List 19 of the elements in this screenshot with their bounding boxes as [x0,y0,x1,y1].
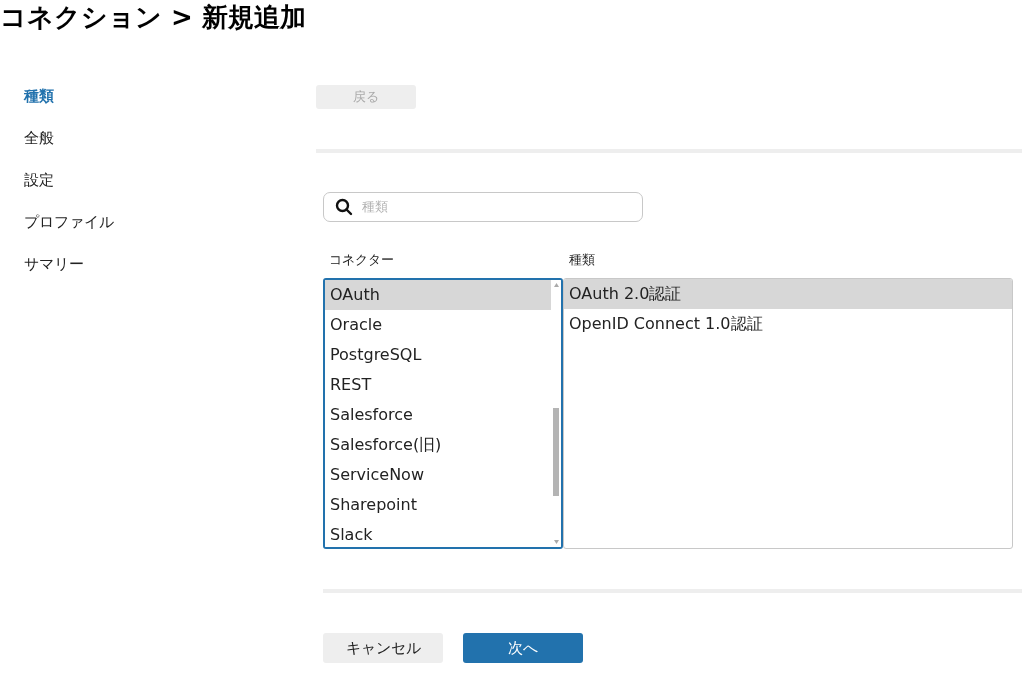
scroll-up-icon[interactable] [553,282,559,287]
list-item[interactable]: OAuth 2.0認証 [564,278,1012,309]
sidebar-item[interactable]: 種類 [24,84,316,126]
type-list[interactable]: OAuth 2.0認証 OpenID Connect 1.0認証 [563,277,1013,549]
sidebar-item[interactable]: 全般 [24,126,316,168]
sidebar-item[interactable]: サマリー [24,252,316,294]
connector-list[interactable]: OAuth Oracle PostgreSQL REST Salesforce Salesforce(旧) ServiceNow Sharepoint Slack [323,277,563,549]
search-icon [335,197,353,216]
scroll-down-icon[interactable] [553,539,559,544]
search-field[interactable]: 種類 [323,191,643,222]
sidebar-item[interactable]: プロファイル [24,210,316,252]
scrollbar[interactable] [551,279,561,547]
page-title: コネクション > 新規追加 [0,1,306,34]
column-heading: 種類 [568,250,596,269]
cancel-button[interactable]: キャンセル [323,632,443,663]
next-button[interactable]: 次へ [463,632,583,663]
list-item[interactable]: OAuth [325,279,551,310]
sidebar-item[interactable]: 設定 [24,168,316,210]
column-heading: コネクター [328,250,395,269]
